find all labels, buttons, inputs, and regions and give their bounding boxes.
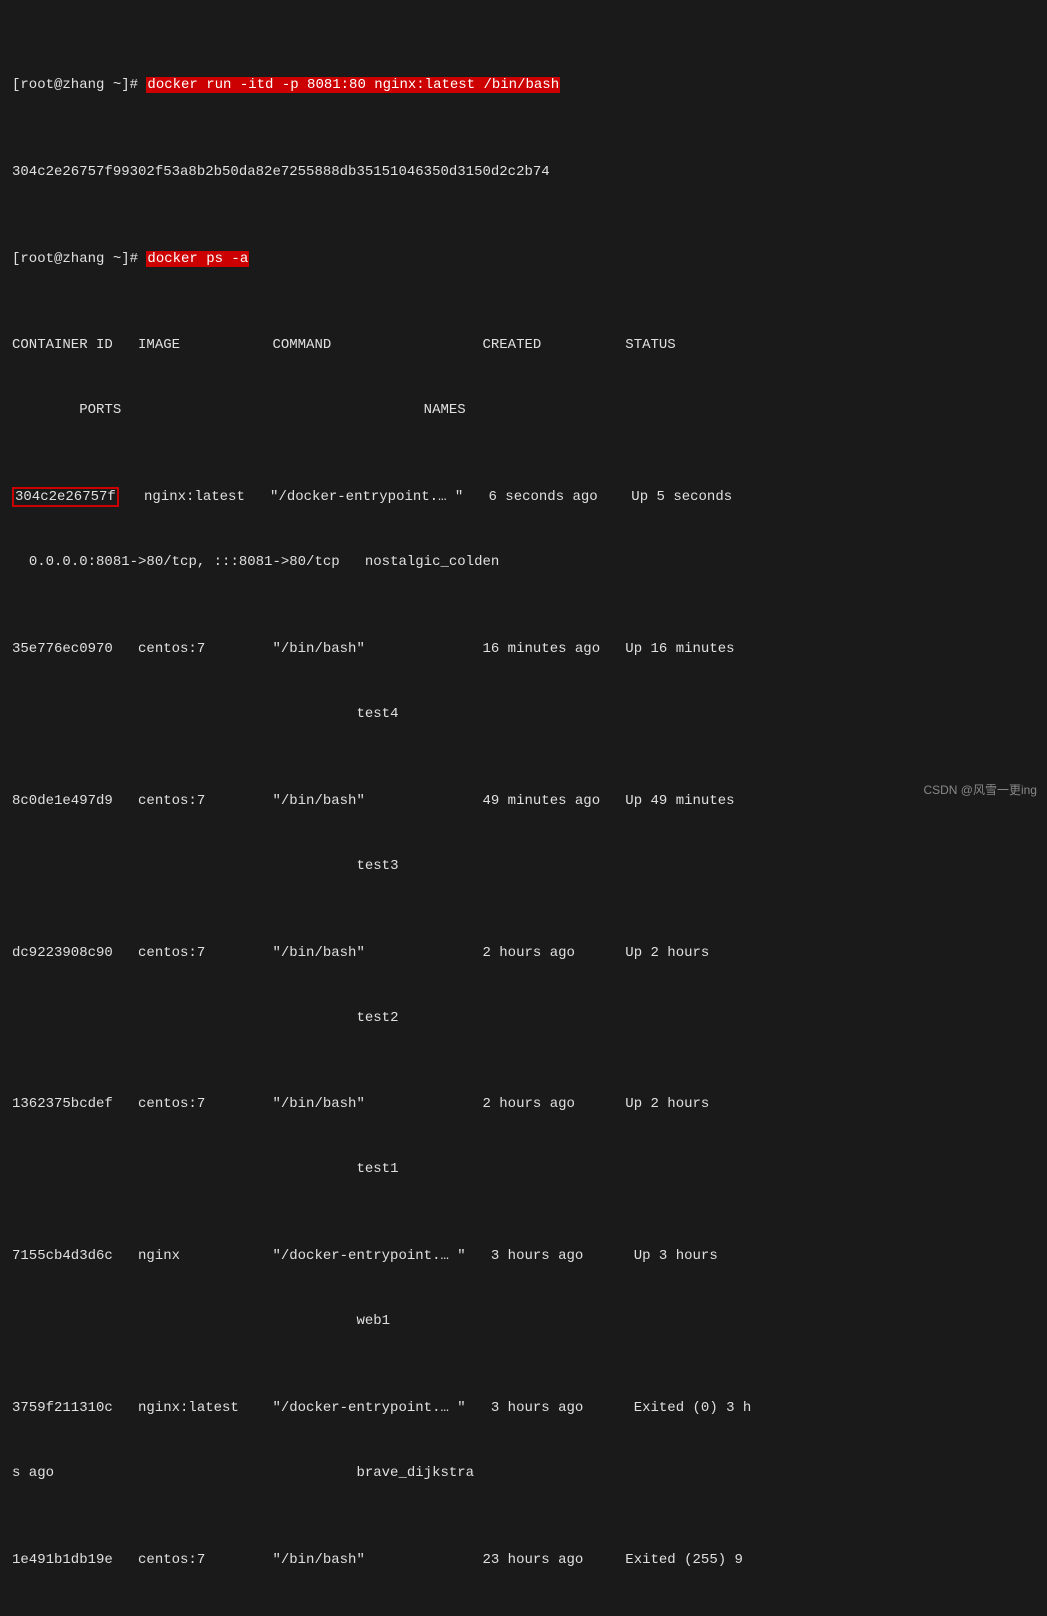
- container-id-6: 304c2e26757f: [12, 487, 119, 507]
- line-5: PORTS NAMES: [12, 400, 1035, 422]
- line-16: 7155cb4d3d6c nginx "/docker-entrypoint.……: [12, 1246, 1035, 1268]
- line-6: 304c2e26757f nginx:latest "/docker-entry…: [12, 487, 1035, 509]
- line-11: test3: [12, 856, 1035, 878]
- header-5: PORTS NAMES: [12, 402, 466, 418]
- output-18: 3759f211310c nginx:latest "/docker-entry…: [12, 1400, 751, 1416]
- output-2: 304c2e26757f99302f53a8b2b50da82e7255888d…: [12, 164, 550, 180]
- output-11: test3: [12, 858, 398, 874]
- line-17: web1: [12, 1311, 1035, 1333]
- line-12: dc9223908c90 centos:7 "/bin/bash" 2 hour…: [12, 943, 1035, 965]
- line-18: 3759f211310c nginx:latest "/docker-entry…: [12, 1398, 1035, 1420]
- output-7: 0.0.0.0:8081->80/tcp, :::8081->80/tcp no…: [12, 554, 499, 570]
- line-7: 0.0.0.0:8081->80/tcp, :::8081->80/tcp no…: [12, 552, 1035, 574]
- line-3: [root@zhang ~]# docker ps -a: [12, 249, 1035, 271]
- output-19: s ago brave_dijkstra: [12, 1465, 474, 1481]
- cmd-3: docker ps -a: [146, 251, 249, 267]
- line-1: [root@zhang ~]# docker run -itd -p 8081:…: [12, 75, 1035, 97]
- header-4: CONTAINER ID IMAGE COMMAND CREATED STATU…: [12, 337, 676, 353]
- prompt-1: [root@zhang ~]#: [12, 77, 146, 93]
- output-17: web1: [12, 1313, 390, 1329]
- line-15: test1: [12, 1159, 1035, 1181]
- line-21: rs ago practical_bohr: [12, 1615, 1035, 1616]
- line-13: test2: [12, 1008, 1035, 1030]
- line-19: s ago brave_dijkstra: [12, 1463, 1035, 1485]
- output-14: 1362375bcdef centos:7 "/bin/bash" 2 hour…: [12, 1096, 709, 1112]
- output-16: 7155cb4d3d6c nginx "/docker-entrypoint.……: [12, 1248, 718, 1264]
- line-4: CONTAINER ID IMAGE COMMAND CREATED STATU…: [12, 335, 1035, 357]
- output-12: dc9223908c90 centos:7 "/bin/bash" 2 hour…: [12, 945, 709, 961]
- output-6: nginx:latest "/docker-entrypoint.… " 6 s…: [119, 489, 732, 505]
- output-8: 35e776ec0970 centos:7 "/bin/bash" 16 min…: [12, 641, 735, 657]
- output-15: test1: [12, 1161, 398, 1177]
- output-10: 8c0de1e497d9 centos:7 "/bin/bash" 49 min…: [12, 793, 735, 809]
- line-20: 1e491b1db19e centos:7 "/bin/bash" 23 hou…: [12, 1550, 1035, 1572]
- line-14: 1362375bcdef centos:7 "/bin/bash" 2 hour…: [12, 1094, 1035, 1116]
- line-9: test4: [12, 704, 1035, 726]
- terminal: [root@zhang ~]# docker run -itd -p 8081:…: [12, 10, 1035, 1616]
- line-2: 304c2e26757f99302f53a8b2b50da82e7255888d…: [12, 162, 1035, 184]
- output-13: test2: [12, 1010, 398, 1026]
- output-9: test4: [12, 706, 398, 722]
- line-10: 8c0de1e497d9 centos:7 "/bin/bash" 49 min…: [12, 791, 1035, 813]
- cmd-1: docker run -itd -p 8081:80 nginx:latest …: [146, 77, 560, 93]
- prompt-3: [root@zhang ~]#: [12, 251, 146, 267]
- watermark: CSDN @风雪一更ing: [923, 781, 1037, 798]
- output-20: 1e491b1db19e centos:7 "/bin/bash" 23 hou…: [12, 1552, 743, 1568]
- line-8: 35e776ec0970 centos:7 "/bin/bash" 16 min…: [12, 639, 1035, 661]
